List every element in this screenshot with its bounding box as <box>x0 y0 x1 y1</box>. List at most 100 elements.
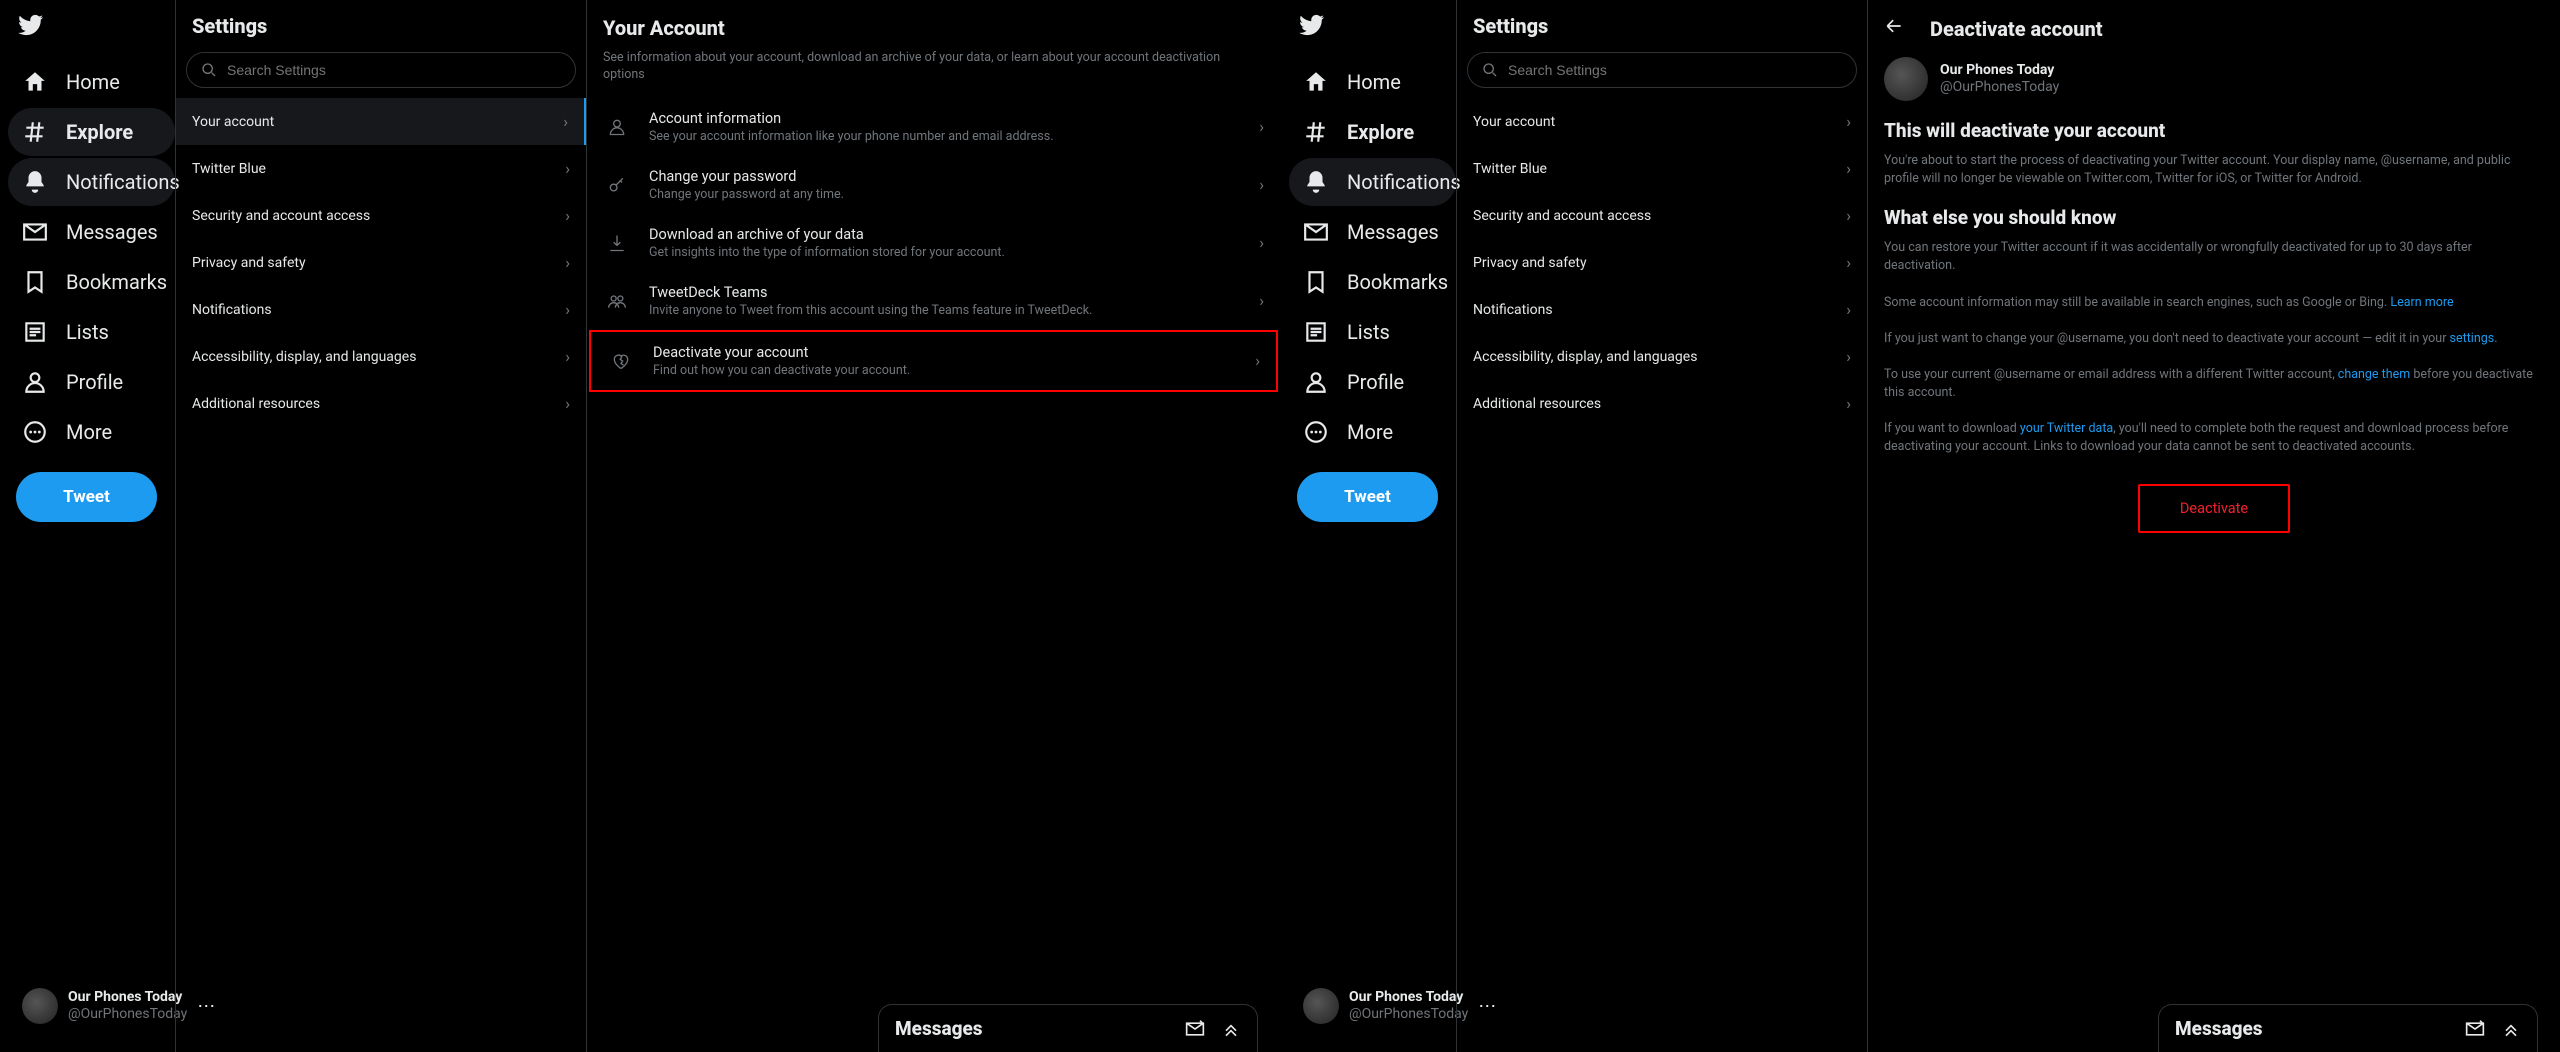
nav-home[interactable]: Home <box>8 58 175 106</box>
chevron-right-icon: › <box>1846 112 1851 131</box>
settings-additional[interactable]: Additional resources› <box>176 380 586 427</box>
settings-privacy[interactable]: Privacy and safety› <box>1457 239 1867 286</box>
nav-notifications[interactable]: Notifications <box>1289 158 1456 206</box>
nav-home[interactable]: Home <box>1289 58 1456 106</box>
account-handle: @OurPhonesToday <box>68 1006 187 1024</box>
settings-twitter-blue[interactable]: Twitter Blue› <box>176 145 586 192</box>
nav-explore[interactable]: Explore <box>1289 108 1456 156</box>
new-message-icon[interactable] <box>1185 1019 1205 1039</box>
option-account-info[interactable]: Account informationSee your account info… <box>587 98 1280 156</box>
option-deactivate-account[interactable]: Deactivate your accountFind out how you … <box>589 330 1278 392</box>
nav-bookmarks[interactable]: Bookmarks <box>1289 258 1456 306</box>
nav-profile[interactable]: Profile <box>1289 358 1456 406</box>
settings-notifications[interactable]: Notifications› <box>176 286 586 333</box>
nav-messages[interactable]: Messages <box>8 208 175 256</box>
settings-search[interactable] <box>186 52 576 88</box>
settings-privacy[interactable]: Privacy and safety› <box>176 239 586 286</box>
settings-twitter-blue[interactable]: Twitter Blue› <box>1457 145 1867 192</box>
chevron-right-icon: › <box>1846 300 1851 319</box>
chevron-right-icon: › <box>1846 159 1851 178</box>
change-them-link[interactable]: change them <box>2338 367 2410 382</box>
chevron-right-icon: › <box>1846 347 1851 366</box>
chevron-right-icon: › <box>565 300 570 319</box>
chevron-right-icon: › <box>565 253 570 272</box>
chevron-right-icon: › <box>1846 206 1851 225</box>
chevron-right-icon: › <box>563 112 568 131</box>
nav-label: Explore <box>1347 120 1414 144</box>
settings-notifications[interactable]: Notifications› <box>1457 286 1867 333</box>
nav-label: Home <box>1347 70 1401 94</box>
detail-column: Your Account See information about your … <box>587 0 1280 1052</box>
settings-security[interactable]: Security and account access› <box>176 192 586 239</box>
what-else-heading: What else you should know <box>1868 206 2560 239</box>
expand-icon[interactable] <box>1221 1019 1241 1039</box>
option-change-password[interactable]: Change your passwordChange your password… <box>587 156 1280 214</box>
chevron-right-icon: › <box>1259 117 1264 136</box>
detail-title: Your Account <box>587 10 1280 50</box>
chevron-right-icon: › <box>1846 394 1851 413</box>
tweet-button[interactable]: Tweet <box>1297 472 1438 522</box>
settings-title: Settings <box>176 0 586 50</box>
nav-explore[interactable]: Explore <box>8 108 175 156</box>
back-arrow-icon[interactable] <box>1884 16 1904 41</box>
settings-title: Settings <box>1457 0 1867 50</box>
nav-profile[interactable]: Profile <box>8 358 175 406</box>
settings-additional[interactable]: Additional resources› <box>1457 380 1867 427</box>
account-name: Our Phones Today <box>1349 989 1468 1007</box>
settings-search[interactable] <box>1467 52 1857 88</box>
nav-messages[interactable]: Messages <box>1289 208 1456 256</box>
messages-dock[interactable]: Messages <box>878 1004 1258 1052</box>
messages-dock[interactable]: Messages <box>2158 1004 2538 1052</box>
nav-notifications[interactable]: Notifications <box>8 158 175 206</box>
deactivate-detail: Deactivate account Our Phones Today @Our… <box>1868 0 2560 1052</box>
nav-label: Home <box>66 70 120 94</box>
nav-label: Bookmarks <box>66 270 167 294</box>
twitter-data-link[interactable]: your Twitter data <box>2020 421 2113 436</box>
deactivate-p6: If you want to download your Twitter dat… <box>1868 420 2560 474</box>
settings-security[interactable]: Security and account access› <box>1457 192 1867 239</box>
nav-label: Lists <box>1347 320 1390 344</box>
twitter-logo[interactable] <box>1289 6 1456 58</box>
settings-accessibility[interactable]: Accessibility, display, and languages› <box>1457 333 1867 380</box>
nav-label: More <box>66 420 112 444</box>
chevron-right-icon: › <box>565 394 570 413</box>
chevron-right-icon: › <box>1259 291 1264 310</box>
learn-more-link[interactable]: Learn more <box>2390 295 2453 310</box>
person-icon <box>603 117 631 137</box>
avatar <box>1884 57 1928 101</box>
nav-lists[interactable]: Lists <box>8 308 175 356</box>
search-input[interactable] <box>227 62 561 78</box>
account-switcher[interactable]: Our Phones Today @OurPhonesToday ⋯ <box>1289 980 1456 1032</box>
settings-your-account[interactable]: Your account› <box>176 98 586 145</box>
account-switcher[interactable]: Our Phones Today @OurPhonesToday ⋯ <box>8 980 175 1032</box>
deactivate-p2: You can restore your Twitter account if … <box>1868 239 2560 293</box>
deactivate-button[interactable]: Deactivate <box>2138 484 2290 533</box>
detail-description: See information about your account, down… <box>587 50 1280 98</box>
nav-label: Messages <box>1347 220 1439 244</box>
settings-accessibility[interactable]: Accessibility, display, and languages› <box>176 333 586 380</box>
twitter-logo[interactable] <box>8 6 175 58</box>
deactivate-user-row[interactable]: Our Phones Today @OurPhonesToday <box>1868 51 2560 119</box>
expand-icon[interactable] <box>2501 1019 2521 1039</box>
nav-label: Profile <box>1347 370 1404 394</box>
nav-label: Explore <box>66 120 133 144</box>
chevron-right-icon: › <box>1259 233 1264 252</box>
nav-lists[interactable]: Lists <box>1289 308 1456 356</box>
messages-dock-title: Messages <box>895 1017 983 1040</box>
settings-link[interactable]: settings <box>2450 331 2495 346</box>
settings-your-account[interactable]: Your account› <box>1457 98 1867 145</box>
heartbreak-icon <box>607 351 635 371</box>
tweet-button[interactable]: Tweet <box>16 472 157 522</box>
nav-bookmarks[interactable]: Bookmarks <box>8 258 175 306</box>
chevron-right-icon: › <box>565 347 570 366</box>
nav-more[interactable]: More <box>1289 408 1456 456</box>
option-tweetdeck-teams[interactable]: TweetDeck TeamsInvite anyone to Tweet fr… <box>587 272 1280 330</box>
new-message-icon[interactable] <box>2465 1019 2485 1039</box>
deactivate-p1: You're about to start the process of dea… <box>1868 152 2560 206</box>
nav-more[interactable]: More <box>8 408 175 456</box>
detail-title: Deactivate account <box>1930 17 2103 41</box>
key-icon <box>603 175 631 195</box>
option-download-archive[interactable]: Download an archive of your dataGet insi… <box>587 214 1280 272</box>
nav-label: Profile <box>66 370 123 394</box>
search-input[interactable] <box>1508 62 1842 78</box>
